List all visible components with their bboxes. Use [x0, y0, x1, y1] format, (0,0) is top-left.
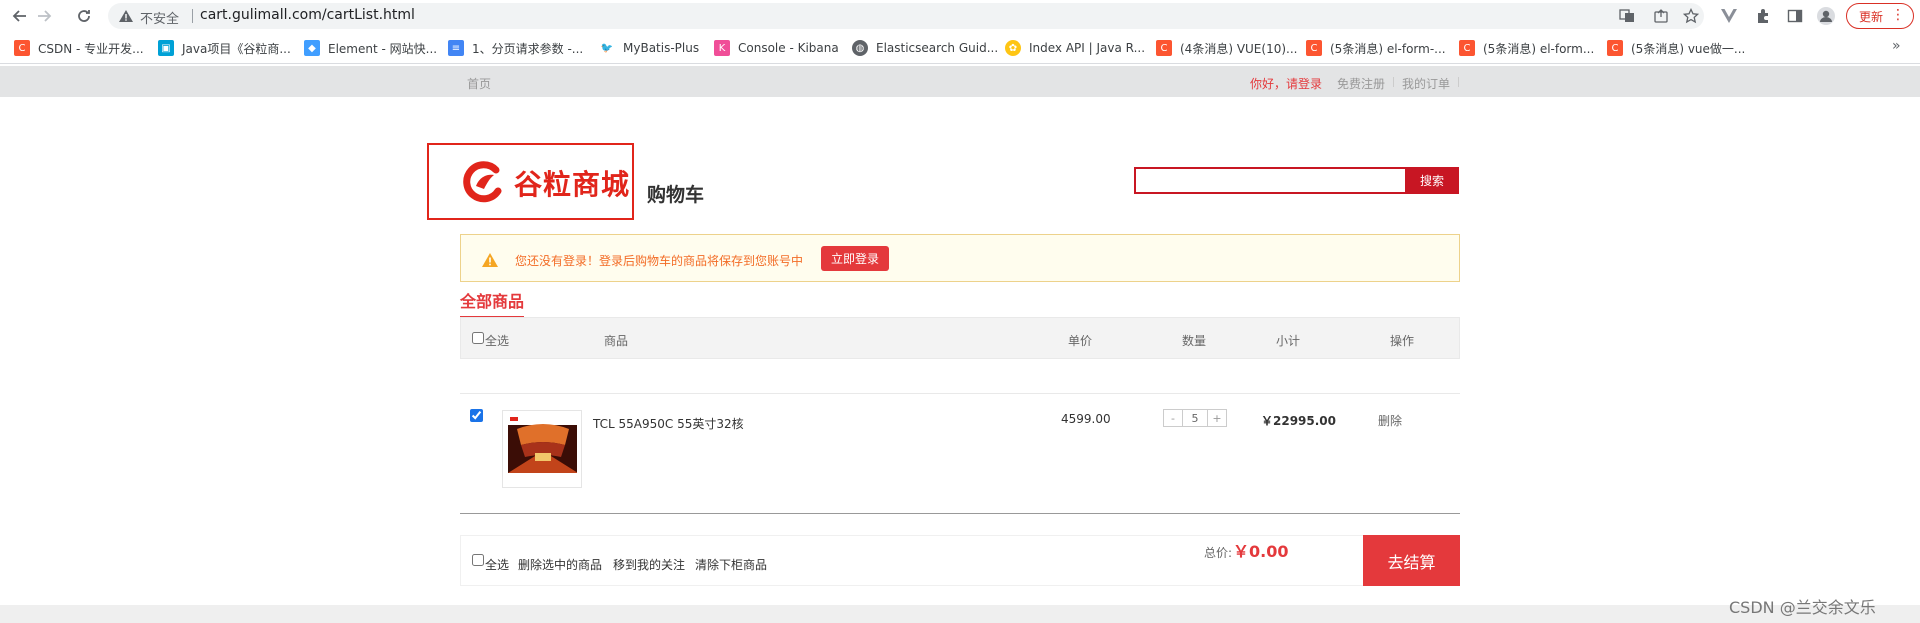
product-subtotal: ￥22995.00 [1261, 414, 1337, 428]
quantity-value[interactable]: 5 [1182, 410, 1208, 426]
logo-mark-icon [462, 161, 504, 203]
browser-toolbar: 不安全 cart.gulimall.com/cartList.html 更新 ⋮ [0, 0, 1920, 32]
register-link[interactable]: 免费注册 [1337, 75, 1385, 92]
translate-icon[interactable] [1618, 8, 1636, 24]
move-to-favorites-link[interactable]: 移到我的关注 [613, 556, 685, 573]
product-unit-price: 4599.00 [1061, 412, 1111, 426]
column-product: 商品 [604, 334, 629, 348]
omnibox-divider [192, 9, 193, 23]
elastic-icon: ✿ [1005, 40, 1021, 56]
warning-icon [481, 252, 499, 268]
back-icon[interactable] [8, 4, 32, 28]
notice-message: 您还没有登录！登录后购物车的商品将保存到您账号中 [515, 254, 804, 268]
update-label: 更新 [1859, 9, 1884, 24]
topbar-divider [1458, 77, 1459, 87]
select-all-checkbox[interactable] [472, 332, 484, 344]
column-subtotal: 小计 [1276, 334, 1301, 348]
quantity-decrease-button[interactable]: - [1164, 410, 1182, 426]
footer-select-all-checkbox[interactable] [472, 554, 484, 566]
site-topbar: 首页 你好，请登录 免费注册 我的订单 [0, 66, 1920, 97]
browser-chrome: 不安全 cart.gulimall.com/cartList.html 更新 ⋮… [0, 0, 1920, 64]
bookmark-item[interactable]: C (5条消息) el-form-... [1306, 39, 1446, 57]
bookmark-item[interactable]: K Console - Kibana [714, 39, 839, 57]
checkout-button[interactable]: 去结算 [1363, 535, 1460, 586]
share-icon[interactable] [1652, 8, 1670, 24]
bookmark-item[interactable]: C CSDN - 专业开发... [14, 39, 144, 57]
bookmark-item[interactable]: ≡ 1、分页请求参数 -... [448, 39, 583, 57]
reload-icon[interactable] [72, 4, 96, 28]
footer-select-all-label: 全选 [485, 558, 510, 572]
item-checkbox[interactable] [470, 409, 483, 422]
column-action: 操作 [1390, 334, 1415, 348]
url-text[interactable]: cart.gulimall.com/cartList.html [200, 7, 415, 23]
column-quantity: 数量 [1182, 334, 1207, 348]
menu-dots-icon[interactable]: ⋮ [1891, 7, 1905, 23]
update-button[interactable]: 更新 ⋮ [1846, 3, 1914, 29]
cart-table-header: 全选 商品 单价 数量 小计 操作 [460, 317, 1460, 359]
cart-footer-bar: 全选 删除选中的商品 移到我的关注 清除下柜商品 总价: ￥0.00 去结算 [460, 535, 1460, 586]
side-panel-icon[interactable] [1784, 5, 1806, 27]
bookmarks-overflow-icon[interactable]: » [1892, 38, 1901, 54]
csdn-icon: C [1306, 40, 1322, 56]
extensions-icon[interactable] [1752, 5, 1774, 27]
watermark-text: CSDN @兰交余文乐 [1729, 598, 1876, 617]
csdn-icon: C [1607, 40, 1623, 56]
tv-image [507, 415, 577, 483]
logo-text: 谷粒商城 [514, 168, 631, 201]
page-title: 购物车 [647, 184, 705, 206]
bookmarks-bar: C CSDN - 专业开发... ▣ Java项目《谷粒商... ◆ Eleme… [0, 36, 1920, 60]
row-divider [460, 393, 1460, 394]
total-price-label: 总价: [1204, 546, 1233, 560]
bookmark-item[interactable]: C (4条消息) VUE(10)... [1156, 39, 1297, 57]
quantity-increase-button[interactable]: + [1208, 410, 1226, 426]
bookmark-item[interactable]: ▣ Java项目《谷粒商... [158, 39, 291, 57]
bookmark-item[interactable]: ◆ Element - 网站快... [304, 39, 437, 57]
csdn-icon: C [14, 40, 30, 56]
bookmark-item[interactable]: C (5条消息) el-form... [1459, 39, 1594, 57]
element-icon: ◆ [304, 40, 320, 56]
kibana-icon: K [714, 40, 730, 56]
site-logo[interactable]: 谷粒商城 [427, 143, 634, 220]
topbar-divider [1393, 77, 1394, 87]
product-name[interactable]: TCL 55A950C 55英寸32核 [593, 415, 744, 432]
cart-bottom-divider [460, 513, 1460, 514]
home-link[interactable]: 首页 [467, 75, 491, 92]
warning-icon[interactable] [118, 8, 134, 24]
forward-icon[interactable] [32, 4, 56, 28]
vue-devtools-icon[interactable] [1718, 5, 1740, 27]
csdn-icon: C [1459, 40, 1475, 56]
total-price-value: ￥0.00 [1233, 542, 1289, 561]
profile-avatar-icon[interactable] [1815, 5, 1837, 27]
clear-offshelf-link[interactable]: 清除下柜商品 [695, 556, 767, 573]
search-input[interactable] [1134, 167, 1407, 194]
login-link[interactable]: 你好，请登录 [1250, 75, 1322, 92]
my-orders-link[interactable]: 我的订单 [1402, 75, 1450, 92]
quantity-stepper: - 5 + [1163, 409, 1227, 427]
mybatis-bird-icon: 🐦 [599, 40, 615, 56]
bookmark-item[interactable]: ✿ Index API | Java R... [1005, 39, 1145, 57]
delete-item-link[interactable]: 删除 [1378, 412, 1402, 429]
doc-icon: ≡ [448, 40, 464, 56]
globe-icon: ◍ [852, 40, 868, 56]
tab-all-goods[interactable]: 全部商品 [460, 288, 525, 318]
address-bar[interactable]: 不安全 cart.gulimall.com/cartList.html [108, 3, 1704, 29]
delete-selected-link[interactable]: 删除选中的商品 [518, 556, 602, 573]
bilibili-icon: ▣ [158, 40, 174, 56]
column-select-all: 全选 [485, 334, 510, 348]
bookmark-star-icon[interactable] [1682, 8, 1700, 24]
search-button[interactable]: 搜索 [1405, 167, 1459, 194]
bookmark-item[interactable]: 🐦 MyBatis-Plus [599, 39, 699, 57]
page-bottom-strip [0, 605, 1920, 623]
column-unit-price: 单价 [1068, 334, 1093, 348]
product-thumbnail[interactable] [502, 410, 582, 488]
bookmark-item[interactable]: C (5条消息) vue做一... [1607, 39, 1745, 57]
csdn-icon: C [1156, 40, 1172, 56]
bookmark-item[interactable]: ◍ Elasticsearch Guid... [852, 39, 998, 57]
insecure-label: 不安全 [140, 12, 180, 27]
login-notice: 您还没有登录！登录后购物车的商品将保存到您账号中 立即登录 [460, 234, 1460, 282]
login-now-button[interactable]: 立即登录 [821, 246, 889, 271]
